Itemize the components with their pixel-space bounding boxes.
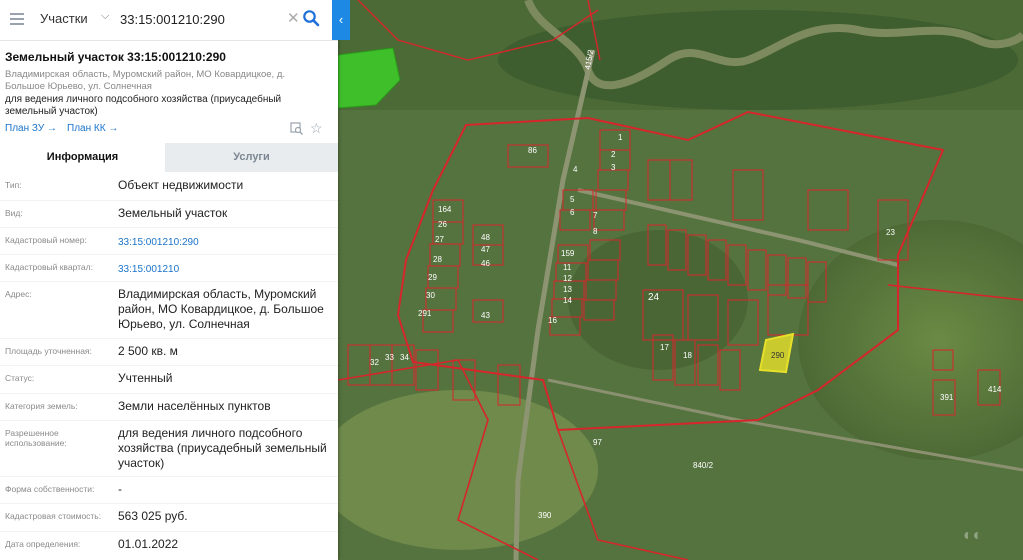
cadastral-number-link[interactable]: 33:15:001210:290	[118, 235, 328, 250]
field-row: Форма собственности: -	[0, 476, 338, 504]
field-value: Объект недвижимости	[118, 178, 244, 192]
map-label: 12	[563, 274, 572, 283]
field-row: Разрешенное использование: для ведения л…	[0, 420, 338, 477]
field-label: Кадастровый квартал:	[5, 262, 93, 272]
map-label: 24	[648, 292, 660, 303]
map-label: 26	[438, 220, 447, 229]
map-label: 43	[481, 311, 490, 320]
plan-kk-link[interactable]: План КК →	[67, 123, 118, 134]
map-label: 86	[528, 146, 537, 155]
map-label: 27	[435, 235, 444, 244]
field-label: Разрешенное использование:	[5, 428, 67, 448]
field-row: Адрес: Владимирская область, Муромский р…	[0, 281, 338, 339]
field-label: Дата определения:	[5, 539, 81, 549]
field-row: Тип: Объект недвижимости	[0, 172, 338, 201]
map-label: 3	[611, 163, 616, 172]
field-label: Адрес:	[5, 289, 32, 299]
map-label: 17	[660, 343, 669, 352]
map-canvas[interactable]: 290 415/2 86 1 2 3 4 5 6 7 8 164 26 27 2…	[338, 0, 1023, 560]
map-label: 8	[593, 227, 598, 236]
tab-info[interactable]: Информация	[0, 143, 165, 172]
watermark: ◐◐	[963, 527, 982, 544]
field-label: Тип:	[5, 180, 22, 190]
field-value: для ведения личного подсобного хозяйства…	[118, 426, 327, 470]
field-value: 563 025 руб.	[118, 509, 188, 523]
field-row: Вид: Земельный участок	[0, 200, 338, 228]
clear-icon[interactable]: ✕	[287, 9, 300, 27]
field-label: Статус:	[5, 373, 35, 383]
map-label: 47	[481, 245, 490, 254]
map-label: 291	[418, 309, 432, 318]
field-row: Площадь уточненная: 2 500 кв. м	[0, 338, 338, 366]
field-label: Площадь уточненная:	[5, 346, 92, 356]
map-label: 29	[428, 273, 437, 282]
field-label: Кадастровая стоимость:	[5, 511, 102, 521]
field-value: 2 500 кв. м	[118, 344, 178, 358]
field-row: Категория земель: Земли населённых пункт…	[0, 393, 338, 421]
find-on-map-icon[interactable]	[290, 122, 303, 135]
field-label: Форма собственности:	[5, 484, 95, 494]
search-input[interactable]	[120, 9, 280, 29]
field-row: Кадастровый квартал: 33:15:001210	[0, 254, 338, 282]
map-label: 11	[563, 263, 572, 272]
map-label: 391	[940, 393, 954, 402]
star-icon[interactable]: ☆	[310, 120, 323, 137]
map-label: 32	[370, 358, 379, 367]
map-label: 414	[988, 385, 1002, 394]
map-label: 18	[683, 351, 692, 360]
layer-select[interactable]: Участки	[40, 11, 88, 26]
field-value: Земельный участок	[118, 206, 228, 220]
map-label: 23	[886, 228, 895, 237]
field-value: Учтенный	[118, 371, 173, 385]
field-row: Кадастровый номер: 33:15:001210:290	[0, 227, 338, 255]
map-label: 159	[561, 249, 575, 258]
map-label: 6	[570, 208, 575, 217]
field-label: Кадастровый номер:	[5, 235, 87, 245]
map-label: 28	[433, 255, 442, 264]
search-icon[interactable]	[302, 9, 320, 27]
field-row: Статус: Учтенный	[0, 365, 338, 394]
map-label: 33	[385, 353, 394, 362]
map-label: 14	[563, 296, 572, 305]
map-label: 97	[593, 438, 602, 447]
map-label: 46	[481, 259, 490, 268]
field-value: -	[118, 482, 122, 496]
field-value: Владимирская область, Муромский район, М…	[118, 287, 324, 331]
field-value: 01.01.2022	[118, 537, 179, 551]
collapse-panel-button[interactable]: ‹	[332, 0, 350, 40]
map-label: 840/2	[693, 461, 714, 470]
map-label: 48	[481, 233, 490, 242]
field-value: Земли населённых пунктов	[118, 399, 271, 413]
map-label: 164	[438, 205, 452, 214]
menu-icon[interactable]	[10, 13, 24, 25]
cadastral-quarter-link[interactable]: 33:15:001210	[118, 262, 328, 277]
map-label: 34	[400, 353, 409, 362]
map-label: 30	[426, 291, 435, 300]
selected-parcel-label: 290	[771, 351, 785, 360]
tab-services[interactable]: Услуги	[165, 143, 338, 172]
tabs: Информация Услуги	[0, 143, 338, 172]
field-label: Категория земель:	[5, 401, 78, 411]
map-label: 5	[570, 195, 575, 204]
map-label: 2	[611, 150, 616, 159]
parcel-purpose: для ведения личного подсобного хозяйства…	[5, 94, 282, 117]
map-label: 16	[548, 316, 557, 325]
map-label: 7	[593, 211, 598, 220]
field-row: Дата определения: 01.01.2022	[0, 531, 338, 560]
info-panel: Участки ⌵ ✕ Земельный участок 33:15:0012…	[0, 0, 338, 560]
chevron-down-icon[interactable]: ⌵	[101, 10, 109, 23]
parcel-address: Владимирская область, Муромский район, М…	[5, 69, 286, 92]
map-view[interactable]: 290 415/2 86 1 2 3 4 5 6 7 8 164 26 27 2…	[338, 0, 1023, 560]
map-label: 390	[538, 511, 552, 520]
search-bar: Участки ⌵ ✕	[0, 0, 338, 41]
map-label: 13	[563, 285, 572, 294]
plan-zu-link[interactable]: План ЗУ →	[5, 123, 57, 134]
parcel-title: Земельный участок 33:15:001210:290	[5, 50, 226, 64]
field-label: Вид:	[5, 208, 23, 218]
map-label: 4	[573, 165, 578, 174]
map-label: 1	[618, 133, 623, 142]
field-row: Кадастровая стоимость: 563 025 руб.	[0, 503, 338, 532]
